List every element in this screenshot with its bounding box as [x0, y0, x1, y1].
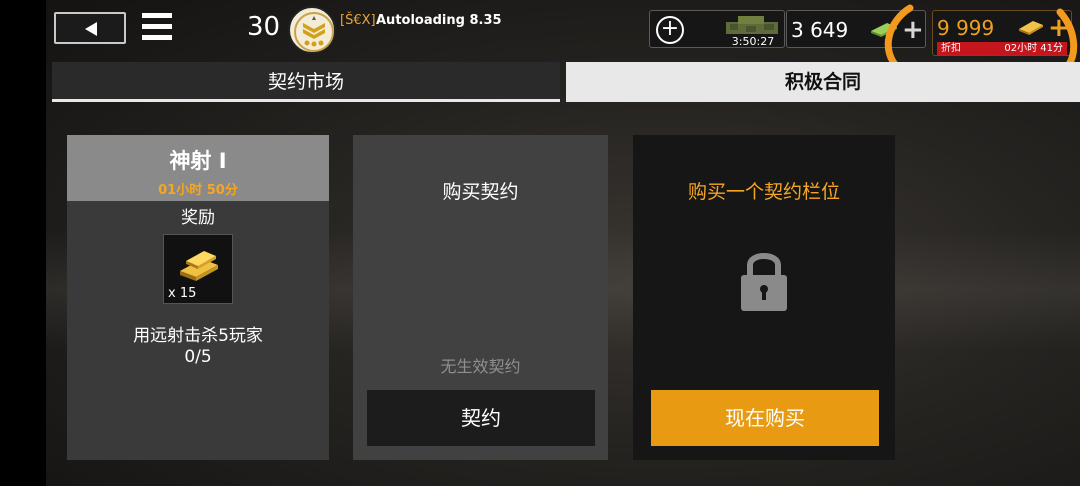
- gold-amount: 9 999: [937, 16, 995, 40]
- contract-progress: 0/5: [184, 347, 212, 367]
- lock-icon: [741, 253, 787, 311]
- rank-badge-icon[interactable]: [288, 6, 336, 54]
- gold-bars-icon: [180, 251, 218, 281]
- contract-button[interactable]: 契约: [367, 390, 595, 446]
- cash-amount: 3 649: [791, 18, 849, 42]
- cash-panel[interactable]: 3 649 +: [786, 10, 926, 48]
- menu-icon[interactable]: [142, 13, 172, 41]
- cash-icon: [871, 23, 897, 37]
- tank-timer: 3:50:27: [731, 35, 775, 48]
- buy-slot-card: 购买一个契约栏位 现在购买: [633, 135, 895, 460]
- discount-label: 折扣: [941, 43, 961, 54]
- gold-bar-icon: [1019, 21, 1043, 35]
- clan-tag: [Š€X]: [340, 13, 376, 28]
- add-gold-icon[interactable]: +: [1048, 13, 1070, 43]
- add-vehicle-panel[interactable]: + 3:50:27: [649, 10, 785, 48]
- back-arrow-icon: [85, 22, 97, 36]
- player-level: 30: [247, 12, 281, 42]
- discount-timer: 02小时 41分: [1004, 43, 1063, 54]
- contract-timer: 01小时 50分: [158, 183, 238, 198]
- add-cash-icon[interactable]: +: [902, 15, 924, 45]
- tab-contract-market[interactable]: 契约市场: [52, 62, 560, 102]
- contract-card[interactable]: 神射 I 01小时 50分 奖励 x 15 用远射击杀5玩家 0/5: [67, 135, 329, 460]
- contract-task: 用远射击杀5玩家: [133, 326, 263, 346]
- game-screen: 30 [Š€X] Autoloading 8.35 + 3:50:27 3 64…: [46, 0, 1080, 486]
- gold-panel[interactable]: 9 999 + 折扣 02小时 41分: [932, 10, 1072, 56]
- reward-item: x 15: [163, 234, 233, 304]
- back-button[interactable]: [54, 12, 126, 44]
- contract-title: 神射 I: [169, 149, 227, 173]
- player-name: Autoloading 8.35: [376, 13, 502, 28]
- buy-contract-card: 购买契约 无生效契约 契约: [353, 135, 608, 460]
- reward-quantity: x 15: [168, 286, 197, 301]
- buy-contract-title: 购买契约: [442, 181, 519, 203]
- tab-active-contracts[interactable]: 积极合同: [566, 62, 1080, 102]
- no-active-contract-text: 无生效契约: [440, 357, 521, 376]
- add-circle-icon[interactable]: +: [656, 16, 684, 44]
- buy-now-button[interactable]: 现在购买: [651, 390, 879, 446]
- discount-banner: 折扣 02小时 41分: [937, 42, 1067, 55]
- buy-slot-title: 购买一个契约栏位: [687, 181, 840, 203]
- reward-label: 奖励: [181, 208, 215, 228]
- tank-icon: [726, 16, 778, 34]
